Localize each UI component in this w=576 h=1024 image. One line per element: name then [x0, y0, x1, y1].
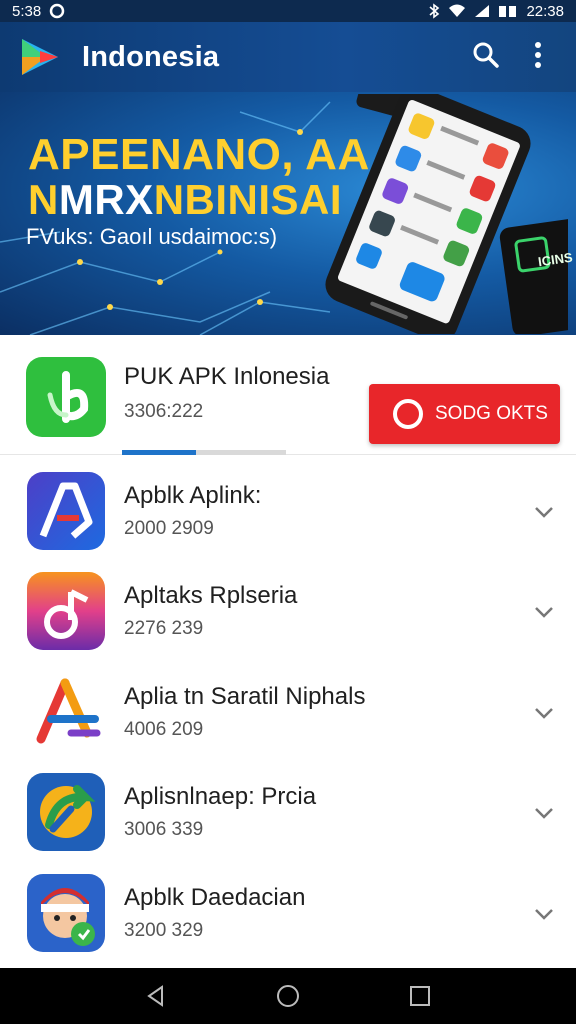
chevron-down-icon[interactable] [530, 799, 558, 827]
signal-icon [474, 4, 490, 18]
app-size: 3200 329 [124, 919, 204, 941]
more-options-button[interactable] [516, 35, 560, 79]
app-size: 2276 239 [124, 618, 204, 640]
home-button[interactable] [268, 976, 308, 1016]
recents-button[interactable] [400, 976, 440, 1016]
status-bar: 5:38 22:38 [0, 0, 576, 22]
app-name: Apltaks Rplseria [124, 582, 298, 610]
battery-icon [498, 4, 518, 18]
refresh-arrow-app-icon [27, 773, 105, 852]
status-right: 22:38 [428, 3, 564, 20]
app-name: Apblk Daedacian [124, 883, 306, 911]
music-note-app-icon [27, 572, 105, 651]
banner-headline-part-c: NBINISAI [153, 176, 343, 223]
back-button[interactable] [136, 976, 176, 1016]
chevron-down-icon[interactable] [530, 498, 558, 526]
app-bar: Indonesia [0, 22, 576, 92]
app-list: Apblk Aplink: 2000 2909 Apltaks Rplseria… [0, 462, 576, 964]
chevron-down-icon[interactable] [530, 900, 558, 928]
chevron-down-icon[interactable] [530, 598, 558, 626]
system-nav-bar [0, 968, 576, 1024]
app-name: Aplia tn Saratil Niphals [124, 682, 366, 710]
phone-illustration [325, 94, 568, 334]
app-size: 3006 339 [124, 819, 204, 841]
list-item[interactable]: Apltaks Rplseria 2276 239 [0, 562, 576, 663]
chevron-down-icon[interactable] [530, 699, 558, 727]
download-progress-fill [122, 450, 196, 455]
wifi-icon [448, 4, 466, 18]
home-icon [277, 985, 299, 1007]
banner-headline-part-b: MRX [58, 176, 154, 223]
list-item[interactable]: Aplia tn Saratil Niphals 4006 209 [0, 662, 576, 764]
play-logo-icon[interactable] [16, 33, 64, 81]
app-size: 2000 2909 [124, 518, 214, 539]
app-name: Aplisnlnaep: Prcia [124, 783, 317, 811]
featured-app-name: PUK APK Inlonesia [124, 363, 330, 390]
avatar-character-app-icon [27, 873, 105, 952]
search-icon [472, 41, 500, 74]
more-vert-icon [533, 41, 543, 74]
banner-subtitle: FVuks: Gaoıl usdaimoc:s) [26, 224, 278, 249]
circle-notification-icon [49, 3, 65, 19]
page-title: Indonesia [82, 40, 220, 73]
colorful-a-app-icon [27, 672, 105, 751]
green-leaf-app-icon [26, 357, 106, 437]
promo-banner[interactable]: APEENANO, AA NMRXNBINISAI FVuks: Gaoıl u… [0, 92, 576, 335]
status-left: 5:38 [12, 3, 65, 20]
list-item[interactable]: Aplisnlnaep: Prcia 3006 339 [0, 763, 576, 864]
list-item[interactable]: Apblk Daedacian 3200 329 [0, 863, 576, 964]
recents-icon [410, 986, 430, 1006]
download-button[interactable]: SODG OKTS [369, 384, 560, 444]
search-button[interactable] [464, 35, 508, 79]
app-size: 4006 209 [124, 718, 204, 740]
list-item[interactable]: Apblk Aplink: 2000 2909 [0, 462, 576, 563]
download-progress-bar [122, 450, 286, 455]
banner-headline-line2: NMRXNBINISAI [28, 176, 342, 224]
download-button-label: SODG OKTS [435, 403, 548, 424]
banner-headline-part-a: N [28, 176, 59, 223]
status-clock-right: 22:38 [526, 2, 564, 20]
app-name: Apblk Aplink: [124, 482, 262, 509]
back-icon [147, 985, 163, 1007]
record-circle-icon [393, 399, 423, 429]
letter-a-app-icon [27, 472, 105, 550]
featured-app-size: 3306:222 [124, 401, 204, 422]
featured-app-row[interactable]: PUK APK Inlonesia 3306:222 SODG OKTS [0, 335, 576, 455]
status-time: 5:38 [12, 2, 42, 20]
bluetooth-icon [428, 3, 440, 19]
